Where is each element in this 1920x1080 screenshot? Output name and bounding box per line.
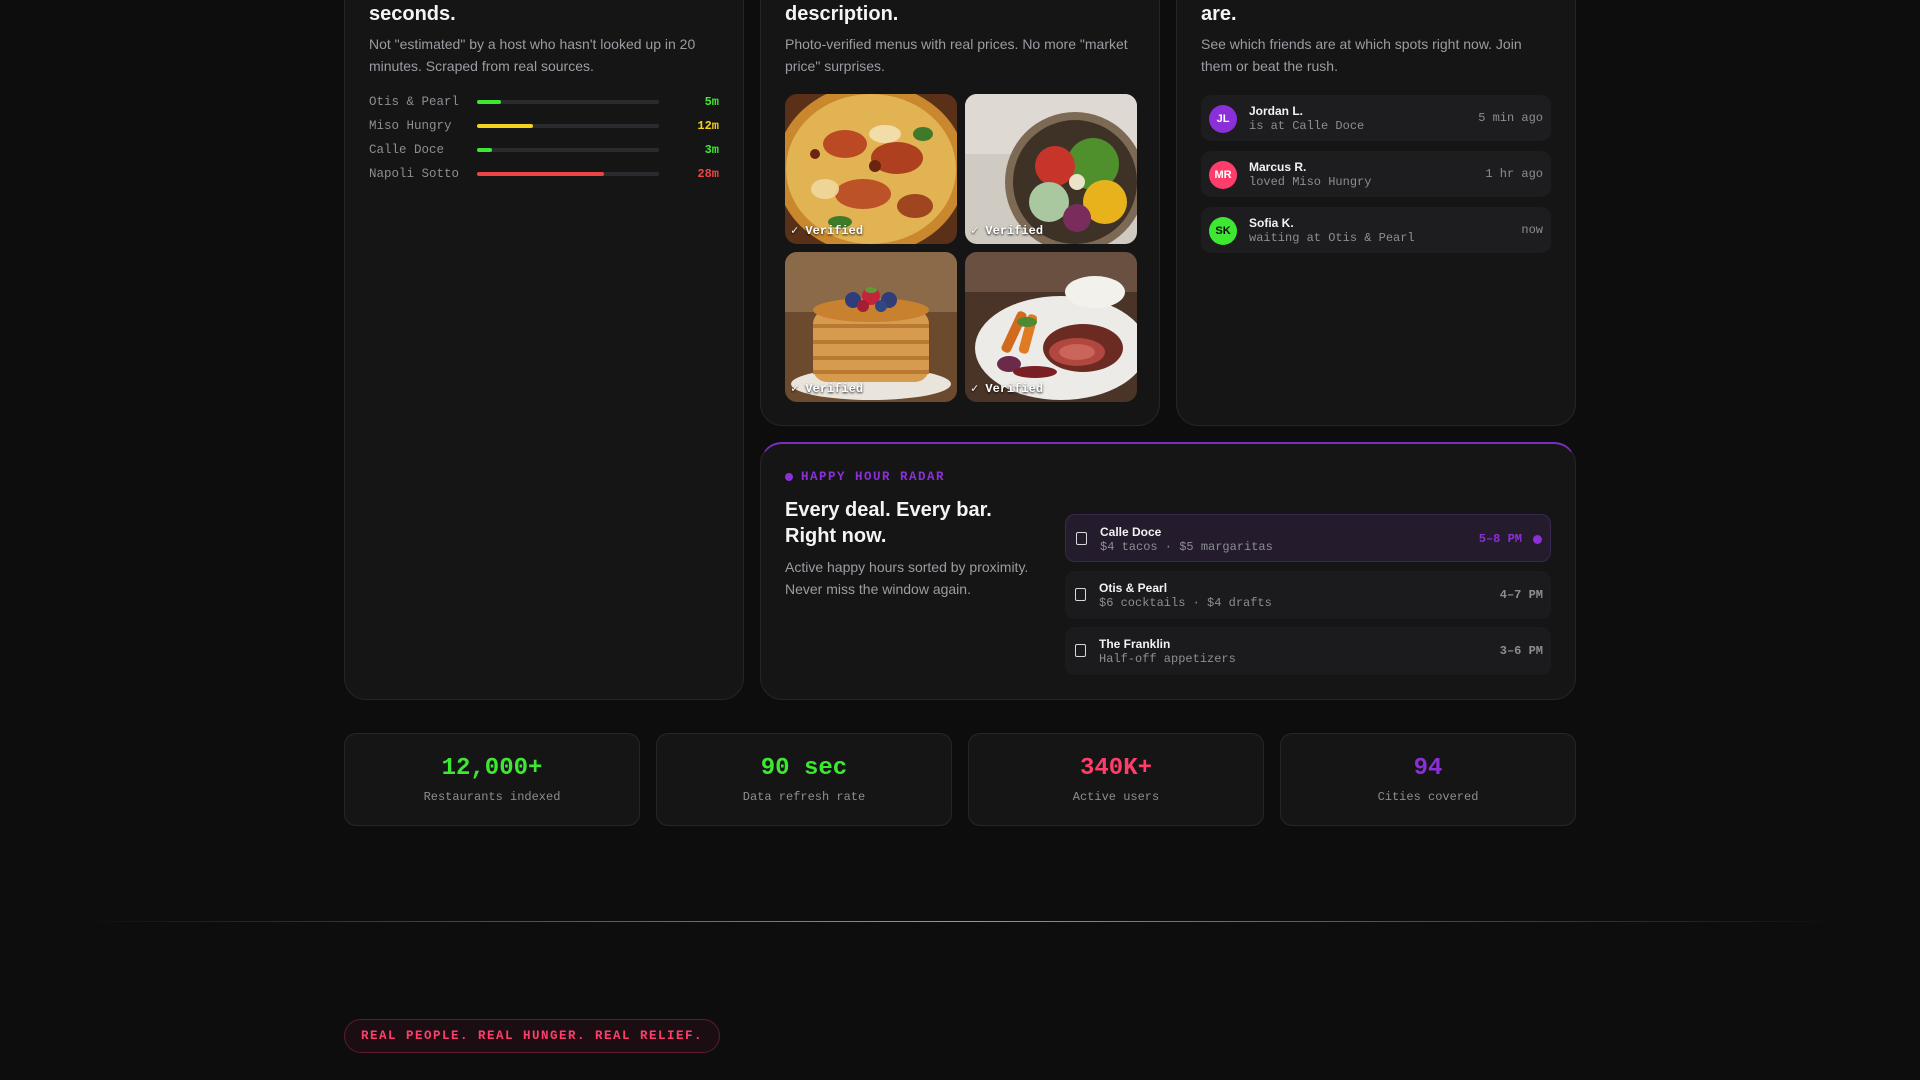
menu-card-description: Photo-verified menus with real prices. N… xyxy=(785,36,1128,74)
verified-badge: ✓ Verified xyxy=(791,382,864,396)
wait-time: 5m xyxy=(704,95,719,109)
wait-bar xyxy=(477,100,659,104)
stat-label: Active users xyxy=(1072,790,1160,804)
friend-status: waiting at Otis & Pearl xyxy=(1249,231,1415,245)
wait-time: 3m xyxy=(704,143,719,157)
wait-bar-fill xyxy=(477,100,501,104)
wait-bar xyxy=(477,172,659,176)
friend-status: is at Calle Doce xyxy=(1249,119,1365,133)
wait-card-title: seconds. xyxy=(369,3,456,25)
friends-card-title: are. xyxy=(1201,3,1237,25)
friends-activity-card: are. See which friends are at which spot… xyxy=(1176,0,1576,426)
stat-card: 340K+ Active users xyxy=(968,733,1264,826)
pancakes-image xyxy=(785,252,957,402)
activity-time: now xyxy=(1521,223,1543,237)
verified-badge: ✓ Verified xyxy=(971,224,1044,238)
restaurant-name: Napoli Sotto xyxy=(369,167,460,181)
avatar: JL xyxy=(1209,105,1237,133)
friend-name: Sofia K. xyxy=(1249,216,1294,230)
friend-activity-item[interactable]: SK Sofia K. waiting at Otis & Pearl now xyxy=(1201,207,1551,253)
avatar: SK xyxy=(1209,217,1237,245)
restaurant-name: Calle Doce xyxy=(369,143,445,157)
wait-times-card: seconds. Not "estimated" by a host who h… xyxy=(344,0,744,700)
wait-times-list: Otis & Pearl 5m Miso Hungry 12m Calle Do… xyxy=(369,90,719,186)
avatar: MR xyxy=(1209,161,1237,189)
stat-value: 340K+ xyxy=(1079,755,1152,782)
venue-name: Otis & Pearl xyxy=(1099,581,1168,595)
wait-bar xyxy=(477,124,659,128)
happy-hour-item[interactable]: Otis & Pearl $6 cocktails · $4 drafts 4–… xyxy=(1065,571,1551,619)
deal-text: $4 tacos · $5 margaritas xyxy=(1100,540,1273,554)
happy-hour-time: 4–7 PM xyxy=(1499,588,1543,602)
stat-label: Restaurants indexed xyxy=(423,790,561,804)
stat-card: 12,000+ Restaurants indexed xyxy=(344,733,640,826)
verified-badge: ✓ Verified xyxy=(791,224,864,238)
steak-photo[interactable]: ✓ Verified xyxy=(965,252,1137,402)
activity-time: 5 min ago xyxy=(1478,111,1543,125)
restaurant-name: Otis & Pearl xyxy=(369,95,460,109)
pancakes-photo[interactable]: ✓ Verified xyxy=(785,252,957,402)
friend-status: loved Miso Hungry xyxy=(1249,175,1372,189)
wait-row: Calle Doce 3m xyxy=(369,138,719,162)
stat-card: 94 Cities covered xyxy=(1280,733,1576,826)
friend-name: Marcus R. xyxy=(1249,160,1307,174)
happy-hour-card: HAPPY HOUR RADAR Every deal. Every bar. … xyxy=(760,442,1576,700)
checkbox-icon[interactable] xyxy=(1075,644,1086,657)
stat-label: Cities covered xyxy=(1377,790,1479,804)
checkbox-icon[interactable] xyxy=(1076,532,1087,545)
menu-card-title: description. xyxy=(785,3,899,25)
checkbox-icon[interactable] xyxy=(1075,588,1086,601)
happy-hour-item[interactable]: Calle Doce $4 tacos · $5 margaritas 5–8 … xyxy=(1065,514,1551,562)
deal-text: $6 cocktails · $4 drafts xyxy=(1099,596,1272,610)
deal-text: Half-off appetizers xyxy=(1099,652,1236,666)
wait-time: 28m xyxy=(697,167,719,181)
radar-dot-icon xyxy=(785,473,793,481)
happy-hour-item[interactable]: The Franklin Half-off appetizers 3–6 PM xyxy=(1065,627,1551,675)
venue-name: The Franklin xyxy=(1099,637,1171,651)
happy-hour-description: Active happy hours sorted by proximity. … xyxy=(785,559,1029,597)
steak-image xyxy=(965,252,1137,402)
venue-name: Calle Doce xyxy=(1100,525,1162,539)
tagline-badge: REAL PEOPLE. REAL HUNGER. REAL RELIEF. xyxy=(344,1019,721,1053)
friends-card-description: See which friends are at which spots rig… xyxy=(1201,36,1522,74)
wait-row: Otis & Pearl 5m xyxy=(369,90,719,114)
wait-bar-fill xyxy=(477,124,534,128)
salad-bowl-image xyxy=(965,94,1137,244)
wait-row: Napoli Sotto 28m xyxy=(369,162,719,186)
wait-time: 12m xyxy=(697,119,719,133)
verified-badge: ✓ Verified xyxy=(971,382,1044,396)
happy-hour-eyebrow: HAPPY HOUR RADAR xyxy=(785,470,945,484)
wait-row: Miso Hungry 12m xyxy=(369,114,719,138)
restaurant-name: Miso Hungry xyxy=(369,119,452,133)
happy-hour-time: 5–8 PM xyxy=(1478,532,1522,546)
happy-hour-title-line2: Right now. xyxy=(785,525,887,547)
wait-bar-fill xyxy=(477,172,605,176)
happy-hour-time: 3–6 PM xyxy=(1499,644,1543,658)
friend-activity-item[interactable]: JL Jordan L. is at Calle Doce 5 min ago xyxy=(1201,95,1551,141)
stat-label: Data refresh rate xyxy=(742,790,866,804)
menu-photos-card: description. Photo-verified menus with r… xyxy=(760,0,1160,426)
wait-bar-fill xyxy=(477,148,492,152)
friend-name: Jordan L. xyxy=(1249,104,1304,118)
salad-bowl-photo[interactable]: ✓ Verified xyxy=(965,94,1137,244)
pizza-image xyxy=(785,94,957,244)
happy-hour-title-line1: Every deal. Every bar. xyxy=(785,499,992,521)
live-dot-icon xyxy=(1533,535,1542,544)
stat-value: 90 sec xyxy=(760,755,848,782)
stat-card: 90 sec Data refresh rate xyxy=(656,733,952,826)
section-divider xyxy=(80,921,1840,922)
pizza-photo[interactable]: ✓ Verified xyxy=(785,94,957,244)
wait-bar xyxy=(477,148,659,152)
stat-value: 12,000+ xyxy=(441,755,543,782)
wait-card-description: Not "estimated" by a host who hasn't loo… xyxy=(369,36,696,74)
stat-value: 94 xyxy=(1413,755,1443,782)
eyebrow-label: HAPPY HOUR RADAR xyxy=(801,470,946,484)
activity-time: 1 hr ago xyxy=(1485,167,1543,181)
friend-activity-item[interactable]: MR Marcus R. loved Miso Hungry 1 hr ago xyxy=(1201,151,1551,197)
